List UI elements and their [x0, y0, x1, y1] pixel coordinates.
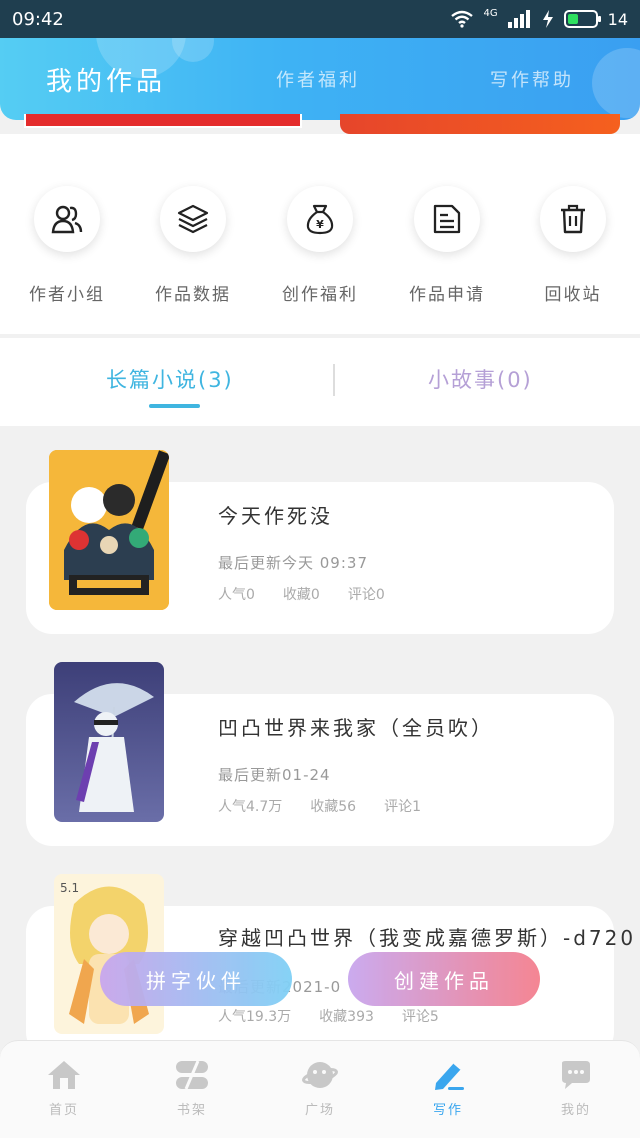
- tab-my-works[interactable]: 我的作品: [46, 38, 166, 120]
- quick-action-label: 创作福利: [282, 285, 358, 305]
- quick-action-author-group[interactable]: 作者小组: [3, 186, 131, 305]
- nav-label: 我的: [560, 1103, 591, 1118]
- tab-writing-help[interactable]: 写作帮助: [490, 38, 574, 120]
- book-cover[interactable]: [54, 662, 164, 822]
- nav-square[interactable]: 广场: [256, 1059, 384, 1118]
- quick-action-work-application[interactable]: 作品申请: [383, 186, 511, 305]
- tab-author-benefits[interactable]: 作者福利: [276, 38, 360, 120]
- book-title: 今天作死没: [218, 504, 333, 528]
- book-cover[interactable]: [49, 450, 169, 610]
- book-favorites: 收藏0: [282, 587, 320, 603]
- book-favorites: 收藏56: [310, 799, 357, 815]
- nav-write[interactable]: 写作: [384, 1059, 512, 1118]
- home-icon: [48, 1061, 80, 1089]
- book-comments: 评论1: [384, 799, 422, 815]
- active-tab-indicator: [149, 404, 200, 408]
- banner-left[interactable]: [24, 114, 302, 128]
- layers-icon: [177, 204, 209, 234]
- book-stats: 人气19.3万 收藏393 评论5: [218, 1006, 439, 1026]
- signal-icon: [507, 10, 530, 28]
- status-bar: 09:42 4G 14: [0, 0, 640, 38]
- nav-label: 书架: [176, 1103, 207, 1118]
- create-work-button[interactable]: 创建作品: [348, 952, 540, 1006]
- typing-partner-button[interactable]: 拼字伙伴: [100, 952, 292, 1006]
- svg-text:5.1: 5.1: [60, 881, 79, 895]
- book-stats: 人气4.7万 收藏56 评论1: [218, 796, 421, 816]
- book-popularity: 人气19.3万: [218, 1009, 292, 1025]
- banner-right[interactable]: [340, 114, 620, 134]
- nav-me[interactable]: 我的: [512, 1059, 640, 1118]
- quick-action-label: 作品数据: [155, 285, 231, 305]
- top-header: 我的作品 作者福利 写作帮助: [0, 38, 640, 120]
- book-comments: 评论0: [347, 587, 385, 603]
- status-icons: 4G 14: [450, 7, 628, 29]
- book-comments: 评论5: [401, 1009, 439, 1025]
- book-popularity: 人气0: [218, 587, 255, 603]
- network-type: 4G: [483, 7, 498, 19]
- quick-action-label: 作品申请: [409, 285, 485, 305]
- nav-bookshelf[interactable]: 书架: [128, 1059, 256, 1118]
- quick-action-label: 回收站: [544, 285, 602, 305]
- quick-action-work-data[interactable]: 作品数据: [129, 186, 257, 305]
- pen-icon: [435, 1062, 464, 1090]
- quick-action-recycle-bin[interactable]: 回收站: [509, 186, 637, 305]
- charging-icon: [542, 10, 553, 28]
- tab-short-stories[interactable]: 小故事(0): [428, 364, 533, 394]
- bookshelf-icon: [176, 1060, 208, 1090]
- book-popularity: 人气4.7万: [218, 799, 283, 815]
- quick-action-creation-benefits[interactable]: ¥ 创作福利: [256, 186, 384, 305]
- quick-actions-panel: 作者小组 作品数据 ¥ 创作福利 作品申请 回收站: [0, 134, 640, 334]
- money-bag-icon: ¥: [306, 204, 334, 235]
- planet-icon: [302, 1062, 338, 1088]
- trash-icon: [561, 204, 585, 234]
- works-type-tabs: 长篇小说(3) 小故事(0): [0, 338, 640, 426]
- document-icon: [433, 204, 461, 234]
- battery-icon: [563, 10, 601, 28]
- battery-level: 14: [607, 9, 628, 29]
- book-last-updated: 最后更新今天 09:37: [218, 554, 368, 572]
- book-title: 凹凸世界来我家（全员吹）: [218, 716, 494, 740]
- nav-label: 广场: [304, 1103, 335, 1118]
- quick-action-label: 作者小组: [29, 285, 105, 305]
- wifi-icon: [450, 10, 473, 28]
- group-icon: [51, 205, 83, 234]
- book-title: 穿越凹凸世界（我变成嘉德罗斯）-d720: [218, 926, 637, 950]
- book-favorites: 收藏393: [319, 1009, 374, 1025]
- nav-label: 首页: [48, 1103, 79, 1118]
- tab-long-novels[interactable]: 长篇小说(3): [106, 364, 234, 394]
- book-stats: 人气0 收藏0 评论0: [218, 584, 385, 604]
- nav-home[interactable]: 首页: [0, 1059, 128, 1118]
- book-last-updated: 最后更新01-24: [218, 766, 331, 784]
- tab-divider: [333, 364, 335, 396]
- bottom-navigation: 首页 书架 广场 写作 我的: [0, 1040, 640, 1138]
- status-time: 09:42: [12, 8, 64, 30]
- nav-label: 写作: [432, 1103, 463, 1118]
- chat-bubble-icon: [562, 1061, 590, 1089]
- svg-text:¥: ¥: [316, 218, 324, 231]
